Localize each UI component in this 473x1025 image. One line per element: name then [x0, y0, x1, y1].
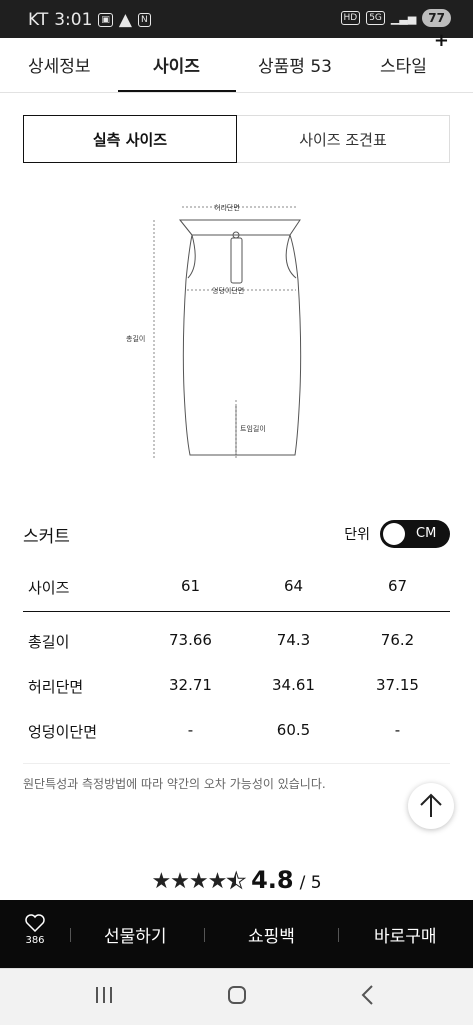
plus-icon: + — [433, 30, 449, 51]
tab-bar: 상세정보 사이즈 상품평 53 스타일 + — [0, 30, 473, 93]
table-cell: - — [394, 721, 401, 739]
wishlist-button[interactable]: 386 — [20, 914, 50, 946]
battery-icon: 77 — [422, 9, 451, 27]
tab-style-label: 스타일 — [380, 57, 427, 77]
size-chart-button[interactable]: 사이즈 조견표 — [237, 115, 450, 163]
table-cell: 74.3 — [276, 631, 311, 649]
back-icon[interactable] — [360, 984, 376, 1006]
signal-icon: ▁▃▅ — [390, 11, 417, 25]
header-cell: 67 — [387, 577, 408, 595]
total-length-label: 총길이 — [126, 334, 145, 343]
scroll-top-icon — [420, 793, 442, 817]
gift-button[interactable]: 선물하기 — [104, 922, 167, 947]
unit-value: CM — [416, 526, 437, 541]
home-icon[interactable] — [226, 984, 248, 1006]
measurement-note: 원단특성과 측정방법에 따라 약간의 오차 가능성이 있습니다. — [23, 777, 326, 791]
table-header: 사이즈 61 64 67 — [23, 565, 450, 609]
system-nav-bar — [0, 968, 473, 1025]
header-cell: 사이즈 — [28, 579, 70, 597]
separator — [70, 928, 71, 942]
unit-selector: 단위 CM — [344, 520, 450, 548]
header-cell: 61 — [180, 577, 201, 595]
recent-apps-icon[interactable] — [94, 984, 114, 1006]
table-cell: 37.15 — [376, 676, 419, 694]
5g-icon: 5G — [366, 11, 385, 25]
separator — [204, 928, 205, 942]
tab-details[interactable]: 상세정보 — [28, 52, 91, 77]
table-cell: - — [187, 721, 194, 739]
measured-size-button[interactable]: 실측 사이즈 — [23, 115, 237, 163]
skirt-diagram: 허리단면 엉덩이단면 총길이 트임길이 — [126, 203, 302, 458]
table-cell: 76.2 — [380, 631, 415, 649]
unit-label: 단위 — [344, 527, 370, 543]
table-cell: 엉덩이단면 — [28, 723, 98, 741]
waist-label: 허리단면 — [214, 203, 240, 212]
scroll-top-button[interactable] — [408, 783, 454, 829]
table-cell: 32.71 — [169, 676, 212, 694]
active-tab-indicator — [118, 90, 236, 92]
buy-now-button[interactable]: 바로구매 — [374, 922, 437, 947]
table-divider — [23, 611, 450, 612]
screenshot-icon: ▣ — [98, 13, 113, 27]
size-type-selector: 실측 사이즈 사이즈 조견표 — [23, 115, 450, 163]
tab-style[interactable]: 스타일 — [380, 52, 427, 77]
heart-icon — [25, 914, 45, 933]
tab-reviews[interactable]: 상품평 53 — [258, 52, 332, 77]
purchase-bar: 386 선물하기 쇼핑백 바로구매 — [0, 900, 473, 968]
table-cell: 총길이 — [28, 633, 70, 651]
table-row: 총길이 73.66 74.3 76.2 — [23, 619, 450, 663]
clock: 3:01 — [54, 10, 93, 30]
table-cell: 허리단면 — [28, 678, 84, 696]
warning-icon: ▲ — [118, 10, 132, 30]
wish-count: 386 — [25, 935, 45, 946]
separator — [338, 928, 339, 942]
notification-n-icon: N — [138, 13, 151, 27]
unit-toggle[interactable]: CM — [380, 520, 450, 548]
note-divider — [23, 763, 450, 764]
table-row: 허리단면 32.71 34.61 37.15 — [23, 664, 450, 708]
star-rating-icon: ★★★★★★ — [151, 869, 246, 895]
slit-length-label: 트임길이 — [240, 424, 266, 433]
rating-summary: ★★★★★★ 4.8 / 5 — [0, 866, 473, 895]
tab-size[interactable]: 사이즈 — [153, 52, 200, 77]
rating-score: 4.8 — [251, 866, 294, 894]
table-cell: 60.5 — [276, 721, 311, 739]
hd-icon: HD — [340, 11, 361, 25]
table-row: 엉덩이단면 - 60.5 - — [23, 709, 450, 753]
rating-out-of: / 5 — [299, 873, 322, 893]
shopping-bag-button[interactable]: 쇼핑백 — [248, 922, 295, 947]
table-cell: 73.66 — [169, 631, 212, 649]
status-bar: KT 3:01 ▣ ▲ N HD 5G ▁▃▅ 77 — [0, 0, 473, 38]
hip-label: 엉덩이단면 — [212, 286, 244, 295]
toggle-knob — [383, 523, 405, 545]
header-cell: 64 — [283, 577, 304, 595]
table-cell: 34.61 — [272, 676, 315, 694]
carrier: KT — [28, 10, 49, 30]
section-title: 스커트 — [23, 527, 70, 547]
